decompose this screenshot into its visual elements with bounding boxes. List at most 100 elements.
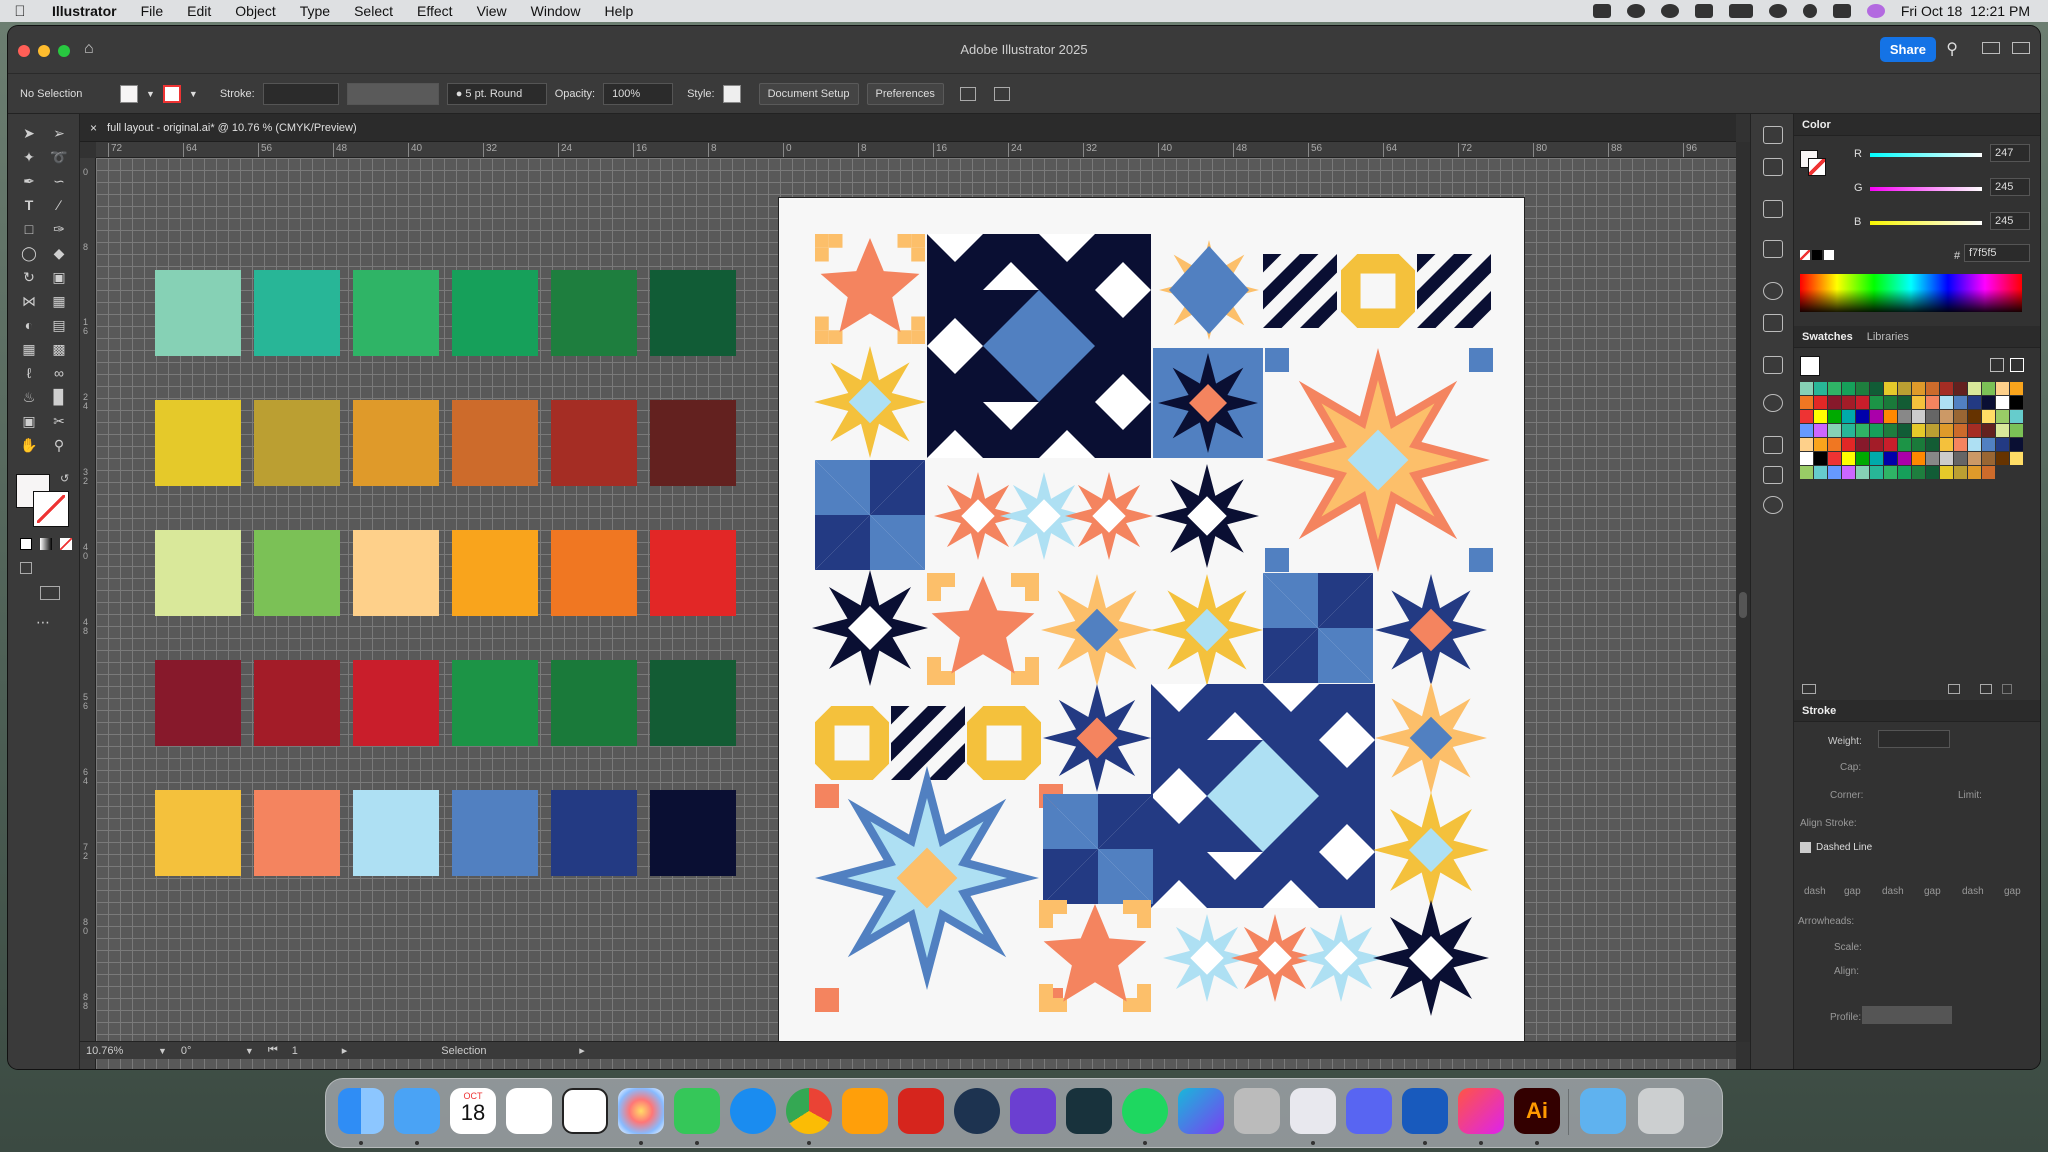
gradient-mode-icon[interactable] [40, 538, 52, 550]
swatch-chip[interactable] [1898, 382, 1911, 395]
quilt-piece-0[interactable] [815, 234, 829, 248]
quilt-piece-137[interactable] [946, 724, 966, 744]
swatch-chip[interactable] [1926, 438, 1939, 451]
swatch-chip[interactable] [1940, 410, 1953, 423]
calendar-icon[interactable]: OCT 18 [450, 1088, 496, 1134]
swatch-chip[interactable] [1940, 466, 1953, 479]
document-tab[interactable]: × full layout - original.ai* @ 10.76 % (… [80, 114, 1736, 142]
quilt-piece-179[interactable] [1053, 900, 1067, 914]
eyedropper-tool-icon[interactable]: ℓ [20, 364, 38, 382]
swatch-chip[interactable] [1814, 396, 1827, 409]
swatch-chip[interactable] [1954, 410, 1967, 423]
swatch-chip[interactable] [1828, 452, 1841, 465]
swatch-chip[interactable] [1800, 396, 1813, 409]
quilt-piece-62[interactable] [1472, 291, 1492, 310]
quilt-piece-134[interactable] [928, 743, 947, 762]
canvas-color-swatch[interactable] [452, 660, 538, 746]
quilt-piece-101[interactable] [927, 671, 941, 685]
canvas-color-swatch[interactable] [155, 530, 241, 616]
swatch-chip[interactable] [1870, 424, 1883, 437]
quilt-piece-96[interactable] [941, 573, 955, 587]
swatch-chip[interactable] [1870, 438, 1883, 451]
quilt-piece-47[interactable] [1360, 273, 1396, 309]
swatch-chip[interactable] [1856, 466, 1869, 479]
next-artboard-icon[interactable]: ▸ [342, 1044, 348, 1057]
swatch-chip[interactable] [1856, 396, 1869, 409]
mail-icon[interactable] [394, 1088, 440, 1134]
quilt-piece-133[interactable] [928, 724, 947, 744]
downloads-folder-icon[interactable] [1580, 1088, 1626, 1134]
direct-selection-tool-icon[interactable]: ➢ [50, 124, 68, 142]
swatch-chip[interactable] [1982, 438, 1995, 451]
swatch-chip[interactable] [1828, 410, 1841, 423]
color-stroke-box[interactable] [1808, 158, 1826, 176]
quilt-piece-74[interactable] [1469, 348, 1493, 372]
quilt-piece-48[interactable] [1417, 254, 1436, 273]
menu-window[interactable]: Window [519, 3, 593, 19]
new-color-group-icon[interactable] [1948, 684, 1960, 694]
swatch-chip[interactable] [1800, 452, 1813, 465]
canvas-color-swatch[interactable] [650, 790, 736, 876]
swatch-chip[interactable] [1996, 396, 2009, 409]
fill-dropdown-icon[interactable]: ▼ [146, 89, 155, 99]
quilt-piece-103[interactable] [927, 657, 941, 671]
canvas-color-swatch[interactable] [254, 530, 340, 616]
transform-panel-icon[interactable] [1763, 240, 1783, 258]
paragraph-panel-icon[interactable] [1763, 466, 1783, 484]
b-slider[interactable] [1870, 221, 1982, 225]
color-panel-header[interactable]: Color [1794, 114, 2040, 136]
swatch-chip[interactable] [1912, 466, 1925, 479]
swatch-chip[interactable] [1996, 424, 2009, 437]
menu-view[interactable]: View [465, 3, 519, 19]
swatch-chip[interactable] [1814, 438, 1827, 451]
eraser-tool-icon[interactable]: ◆ [50, 244, 68, 262]
g-value-field[interactable]: 245 [1990, 178, 2030, 196]
pages-icon[interactable] [842, 1088, 888, 1134]
menu-help[interactable]: Help [592, 3, 645, 19]
screen-mode-icon[interactable] [40, 586, 60, 600]
mesh-tool-icon[interactable]: ▦ [20, 340, 38, 358]
quilt-piece-76[interactable] [1469, 548, 1493, 572]
canvas-color-swatch[interactable] [254, 400, 340, 486]
variable-width-profile[interactable] [346, 82, 439, 105]
apple-menu-icon[interactable]:  [0, 3, 40, 20]
scale-tool-icon[interactable]: ▣ [50, 268, 68, 286]
quilt-piece-56[interactable] [1454, 254, 1473, 273]
messages-icon[interactable] [674, 1088, 720, 1134]
swatch-chip[interactable] [1884, 382, 1897, 395]
canvas-color-swatch[interactable] [650, 530, 736, 616]
canvas-color-swatch[interactable] [254, 660, 340, 746]
swatch-libraries-icon[interactable] [1802, 684, 1816, 694]
align-panel-icon[interactable] [1763, 314, 1783, 332]
photos-icon[interactable] [618, 1088, 664, 1134]
none-swatch[interactable] [1800, 250, 1810, 260]
menu-app-name[interactable]: Illustrator [40, 3, 129, 19]
swatch-view-list-icon[interactable] [1990, 358, 2004, 372]
swatch-chip[interactable] [1842, 438, 1855, 451]
swatch-chip[interactable] [1842, 396, 1855, 409]
canvas-color-swatch[interactable] [452, 400, 538, 486]
quilt-piece-95[interactable] [927, 573, 941, 587]
swatch-chip[interactable] [1912, 410, 1925, 423]
quilt-piece-164[interactable] [815, 784, 839, 808]
swatch-chip[interactable] [1996, 438, 2009, 451]
column-graph-tool-icon[interactable]: ▉ [50, 388, 68, 406]
menubar-clock[interactable]: Fri Oct 18 12:21 PM [1901, 3, 2030, 19]
vertical-scrollbar[interactable] [1736, 142, 1750, 1042]
quilt-piece-138[interactable] [946, 743, 966, 762]
safari-icon[interactable] [730, 1088, 776, 1134]
photos-booth-icon[interactable] [506, 1088, 552, 1134]
quilt-piece-97[interactable] [927, 587, 941, 601]
swatch-chip[interactable] [1954, 382, 1967, 395]
quilt-piece-128[interactable] [909, 706, 929, 725]
swatch-chip[interactable] [1856, 438, 1869, 451]
quilt-piece-45[interactable] [1318, 309, 1338, 329]
swatch-chip[interactable] [1814, 424, 1827, 437]
swatch-chip[interactable] [1940, 452, 1953, 465]
quilt-piece-123[interactable] [834, 725, 870, 761]
fill-swatch[interactable] [120, 84, 138, 103]
quilt-piece-41[interactable] [1300, 309, 1319, 329]
swatch-chip[interactable] [1814, 466, 1827, 479]
quilt-piece-3[interactable] [911, 234, 925, 248]
screenshot-icon[interactable] [1234, 1088, 1280, 1134]
